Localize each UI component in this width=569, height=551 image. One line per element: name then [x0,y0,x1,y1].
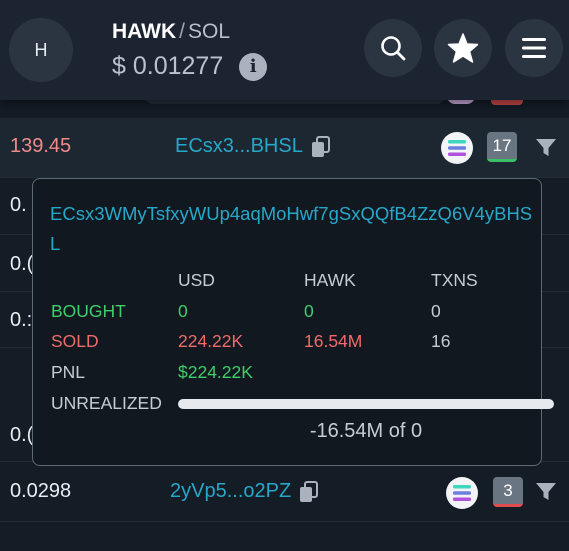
token-price: $ 0.01277 i [112,52,268,81]
quote-symbol: SOL [188,20,231,43]
star-icon [447,33,479,63]
favorite-button[interactable] [434,19,492,77]
col-header-txns: TXNS [431,270,478,290]
unrealized-progress-bar [178,399,554,409]
copy-icon[interactable] [311,135,331,158]
pnl-usd: $224.22K [178,362,253,382]
bought-token: 0 [304,301,314,321]
search-icon [381,36,406,61]
txn-count-badge: 3 [493,477,523,507]
row-amount: 0.: [10,309,33,331]
row-address[interactable]: 2yVp5...o2PZ [170,480,319,503]
unrealized-value: -16.54M of 0 [309,420,423,442]
address-text: 2yVp5...o2PZ [170,480,292,502]
info-icon[interactable]: i [239,52,268,81]
bought-usd: 0 [178,301,188,321]
address-text: ECsx3...BHSL [175,135,303,157]
menu-icon [522,38,546,58]
table-row[interactable]: 139.45 ECsx3...BHSL 17 [0,118,569,178]
search-button[interactable] [364,19,422,77]
trading-pair: HAWK / SOL [112,20,230,44]
sold-txns: 16 [431,331,451,351]
row-amount: 0.( [10,424,34,446]
txn-count-badge: 17 [487,132,517,162]
row-address[interactable]: ECsx3...BHSL [175,135,331,158]
txn-count: 3 [503,480,513,500]
avatar-initial: H [34,39,48,60]
row-amount: 0. [10,194,27,216]
menu-button[interactable] [505,19,563,77]
col-header-usd: USD [178,270,215,290]
table-row[interactable]: 0.0298 2yVp5...o2PZ 3 [0,462,569,522]
solana-icon [446,477,478,509]
wallet-tooltip: ECsx3WMyTsfxyWUp4aqMoHwf7gSxQQfB4ZzQ6V4y… [32,178,554,466]
bought-txns: 0 [431,301,441,321]
filter-icon[interactable] [535,482,557,502]
filter-icon[interactable] [535,138,557,158]
row-amount: 0.( [10,253,34,275]
token-avatar: H [9,18,73,82]
sold-usd: 224.22K [178,331,244,351]
pnl-label: PNL [51,362,86,382]
price-value: $ 0.01277 [112,52,224,80]
sold-token: 16.54M [304,331,363,351]
sold-label: SOLD [51,331,99,351]
bought-label: BOUGHT [51,301,126,321]
solana-icon [441,132,473,164]
col-header-token: HAWK [304,270,356,290]
base-symbol: HAWK [112,20,177,43]
wallet-address[interactable]: ECsx3WMyTsfxyWUp4aqMoHwf7gSxQQfB4ZzQ6V4y… [50,199,540,259]
txn-count: 17 [492,135,512,155]
row-amount: 139.45 [10,135,72,157]
token-header: H HAWK / SOL $ 0.01277 i [0,0,569,100]
row-amount: 0.0298 [10,480,72,502]
copy-icon[interactable] [299,480,319,503]
pair-separator: / [179,20,186,43]
unrealized-label: UNREALIZED [51,393,162,413]
